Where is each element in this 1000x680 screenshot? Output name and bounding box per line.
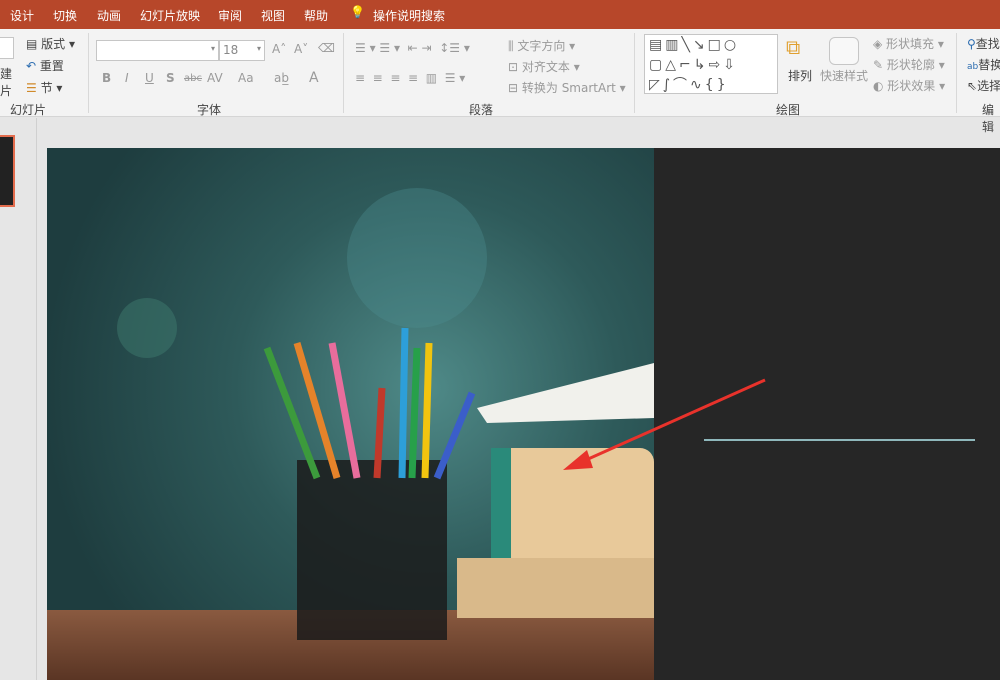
tab-help[interactable]: 帮助 xyxy=(304,7,328,24)
title-placeholder-line[interactable] xyxy=(704,439,975,441)
strikethrough-button[interactable]: abc xyxy=(184,73,202,84)
shape-fill-button[interactable]: ◈ 形状填充 ▾ xyxy=(873,35,944,52)
arrange-icon: ⧉ xyxy=(786,35,801,59)
lightbulb-icon: 💡 xyxy=(350,5,365,19)
ribbon-tabs: 设计 切换 动画 幻灯片放映 审阅 视图 帮助 💡 操作说明搜索 xyxy=(0,0,1000,29)
reset-button[interactable]: ↶ 重置 xyxy=(26,57,64,74)
shapes-gallery[interactable]: ▤▥╲↘□○ ▢△⌐↳⇨⇩ ◸∫⌒∿{} xyxy=(644,34,778,94)
group-label-drawing: 绘图 xyxy=(776,103,801,117)
replace-button[interactable]: ab替换 xyxy=(967,56,1000,73)
clear-format-icon[interactable]: ⌫ xyxy=(318,41,335,55)
new-slide-button[interactable]: 建 xyxy=(0,65,12,82)
group-label-paragraph: 段落 xyxy=(469,103,494,117)
reset-label: 重置 xyxy=(39,59,64,73)
tab-design[interactable]: 设计 xyxy=(10,7,34,24)
group-label-font: 字体 xyxy=(197,103,222,117)
underline-button[interactable]: U xyxy=(145,71,154,85)
layout-label: 版式 xyxy=(41,37,66,51)
tab-view[interactable]: 视图 xyxy=(261,7,285,24)
section-icon: ☰ xyxy=(26,81,37,95)
smartart-label: 转换为 SmartArt xyxy=(521,81,616,95)
align-icons[interactable]: ≡ ≡ ≡ ≡ ▥ ☰ ▾ xyxy=(355,71,465,85)
select-button[interactable]: ⇖选择 xyxy=(967,77,1000,94)
section-button[interactable]: ☰ 节 ▾ xyxy=(26,79,62,96)
shadow-button[interactable]: S xyxy=(166,71,175,85)
tab-transitions[interactable]: 切换 xyxy=(53,7,77,24)
italic-button[interactable]: I xyxy=(125,71,129,85)
grow-font-button[interactable]: A˄ xyxy=(272,42,286,56)
text-direction-label: 文字方向 xyxy=(517,39,566,53)
slide-canvas[interactable] xyxy=(47,148,1000,680)
ribbon: 建 片 ▤ 版式 ▾ ↶ 重置 ☰ 节 ▾ 幻灯片 ▾ 18 ▾ A˄ A˅ ⌫ … xyxy=(0,29,1000,134)
reset-icon: ↶ xyxy=(26,59,37,73)
pencils-books-illustration xyxy=(117,188,654,640)
shape-effects-button[interactable]: ◐ 形状效果 ▾ xyxy=(873,77,945,94)
change-case-button[interactable]: Aa xyxy=(238,71,254,85)
shape-fill-label: 形状填充 xyxy=(886,37,935,51)
char-spacing-button[interactable]: AV xyxy=(207,71,223,85)
find-button[interactable]: ⚲查找 xyxy=(967,35,1000,52)
layout-button[interactable]: ▤ 版式 ▾ xyxy=(26,35,75,52)
group-label-slides: 幻灯片 xyxy=(10,103,47,117)
shape-effects-label: 形状效果 xyxy=(887,79,936,93)
shape-outline-button[interactable]: ✎ 形状轮廓 ▾ xyxy=(873,56,945,73)
font-name-input[interactable]: ▾ xyxy=(96,40,219,61)
quick-styles-icon xyxy=(829,37,859,65)
tell-me-search[interactable]: 操作说明搜索 xyxy=(373,7,445,24)
font-size-value: 18 xyxy=(223,43,239,57)
new-slide-icon xyxy=(0,37,14,59)
quick-styles-button[interactable]: 快速样式 xyxy=(820,67,868,84)
arrange-button[interactable]: 排列 xyxy=(788,67,812,84)
select-label: 选择 xyxy=(977,79,1000,93)
tab-slideshow[interactable]: 幻灯片放映 xyxy=(140,7,200,24)
shrink-font-button[interactable]: A˅ xyxy=(294,42,308,56)
shape-outline-label: 形状轮廓 xyxy=(886,58,935,72)
highlight-icon[interactable]: ab̲ xyxy=(274,71,289,85)
tab-animations[interactable]: 动画 xyxy=(97,7,121,24)
bold-button[interactable]: B xyxy=(102,71,111,85)
slide-thumbnail-pane xyxy=(0,118,37,680)
replace-label: 替换 xyxy=(978,58,1000,72)
classroom-photo[interactable] xyxy=(47,148,654,680)
align-text-label: 对齐文本 xyxy=(521,60,570,74)
group-label-editing: 编辑 xyxy=(982,103,995,134)
section-label: 节 xyxy=(40,81,53,95)
smartart-button[interactable]: ⊟ 转换为 SmartArt ▾ xyxy=(508,79,626,96)
align-text-button[interactable]: ⊡ 对齐文本 ▾ xyxy=(508,58,580,75)
bullets-icon[interactable]: ☰ ▾ ☰ ▾ ⇤ ⇥ ↕☰ ▾ xyxy=(355,41,470,55)
font-size-input[interactable]: 18 ▾ xyxy=(219,40,265,61)
font-color-button[interactable]: A xyxy=(309,70,319,86)
cursor-icon: ⇖ xyxy=(967,79,978,93)
replace-icon: ab xyxy=(967,62,979,72)
search-icon: ⚲ xyxy=(967,37,976,51)
find-label: 查找 xyxy=(975,37,1000,51)
tab-review[interactable]: 审阅 xyxy=(218,7,242,24)
slide-thumbnail-1[interactable] xyxy=(0,135,15,207)
new-slide-dropdown[interactable]: 片 xyxy=(0,82,12,99)
text-direction-button[interactable]: ⫼ 文字方向 ▾ xyxy=(508,37,575,54)
